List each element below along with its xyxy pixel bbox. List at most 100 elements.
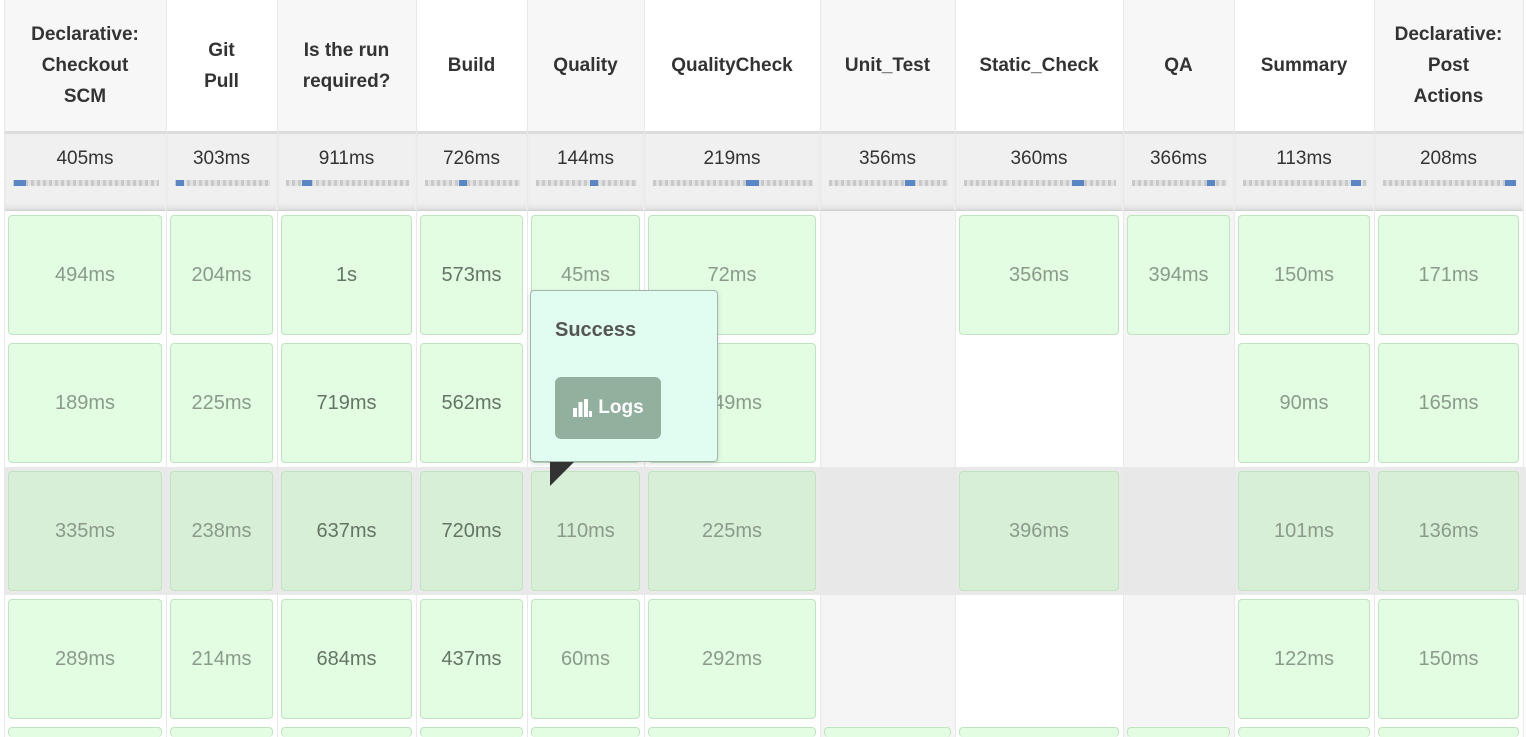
stage-header-line: Summary <box>1260 55 1348 76</box>
stage-result-cell[interactable]: 238ms <box>170 471 273 591</box>
column-divider <box>1123 0 1124 737</box>
stage-result-cell[interactable]: 356ms <box>959 215 1119 335</box>
stage-header-label: Build <box>448 50 496 81</box>
stage-result-cell[interactable] <box>8 727 162 737</box>
stage-result-cell[interactable]: 225ms <box>170 343 273 463</box>
stage-result-cell[interactable]: 110ms <box>531 471 640 591</box>
stage-duration-bar <box>829 180 948 186</box>
stage-result-cell[interactable] <box>959 727 1119 737</box>
stage-result-cell[interactable]: 165ms <box>1378 343 1519 463</box>
popover-pointer <box>550 462 574 486</box>
stage-result-cell[interactable] <box>281 727 412 737</box>
stage-result-cell[interactable]: 394ms <box>1127 215 1230 335</box>
stage-average-time: 911ms <box>318 148 375 169</box>
stage-average-time: 219ms <box>703 148 761 169</box>
stage-result-cell[interactable]: 214ms <box>170 599 273 719</box>
stage-result-cell[interactable]: 150ms <box>1378 599 1519 719</box>
stage-result-cell[interactable]: 292ms <box>648 599 816 719</box>
stage-header: Declarative: Checkout SCM <box>4 0 166 131</box>
stage-result-cell[interactable]: 720ms <box>420 471 523 591</box>
stage-duration-bar-fill <box>905 180 915 186</box>
stage-duration-bar <box>1383 180 1516 186</box>
stage-result-cell[interactable]: 562ms <box>420 343 523 463</box>
stage-duration-bar-fill <box>1072 180 1084 186</box>
stage-duration-bar <box>653 180 813 186</box>
stage-header: Git Pull <box>166 0 277 131</box>
stage-header-label: Summary <box>1261 50 1348 81</box>
stage-header-label: Is the run required? <box>303 35 391 97</box>
column-divider <box>1374 0 1375 737</box>
stage-header-label: Git Pull <box>204 35 239 97</box>
stage-duration-bar-fill <box>1207 180 1215 186</box>
stage-duration-bar <box>175 180 270 186</box>
stage-header-label: Static_Check <box>979 50 1098 81</box>
stage-result-cell[interactable]: 101ms <box>1238 471 1370 591</box>
stage-status-popover: Success Logs <box>530 290 718 462</box>
stage-average-time: 405ms <box>56 148 114 169</box>
column-divider <box>166 0 167 737</box>
stage-header-line: Unit_Test <box>844 55 931 76</box>
stage-header: Unit_Test <box>820 0 955 131</box>
stage-duration-bar <box>13 180 159 186</box>
stage-result-cell[interactable]: 494ms <box>8 215 162 335</box>
stage-result-cell[interactable] <box>170 727 273 737</box>
stage-result-cell[interactable] <box>531 727 640 737</box>
stage-result-cell[interactable]: 225ms <box>648 471 816 591</box>
stage-header-line: Quality <box>553 55 618 76</box>
column-divider <box>955 0 956 737</box>
stage-average-time: 208ms <box>1419 148 1478 169</box>
stage-header: Static_Check <box>955 0 1123 131</box>
stage-result-cell[interactable]: 719ms <box>281 343 412 463</box>
stage-duration-bar <box>286 180 409 186</box>
column-divider <box>416 0 417 737</box>
stage-result-cell[interactable]: 637ms <box>281 471 412 591</box>
stage-result-cell[interactable]: 1s <box>281 215 412 335</box>
stage-view-table: Declarative: Checkout SCM 405ms 494ms 189ms 33… <box>0 0 1526 737</box>
stage-result-cell[interactable]: 204ms <box>170 215 273 335</box>
stage-result-cell[interactable]: 289ms <box>8 599 162 719</box>
logs-button[interactable]: Logs <box>555 377 661 439</box>
stage-result-cell[interactable]: 684ms <box>281 599 412 719</box>
stage-header: Quality <box>527 0 644 131</box>
stage-result-cell[interactable]: 335ms <box>8 471 162 591</box>
stage-header-line: required? <box>302 70 391 92</box>
stage-duration-bar-fill <box>14 180 26 186</box>
stage-result-cell[interactable]: 90ms <box>1238 343 1370 463</box>
stage-result-cell[interactable]: 171ms <box>1378 215 1519 335</box>
stage-result-cell[interactable] <box>648 727 816 737</box>
stage-result-cell[interactable]: 150ms <box>1238 215 1370 335</box>
stage-average-time: 726ms <box>442 148 501 169</box>
stage-average-cell: 208ms <box>1375 134 1522 210</box>
stage-average-cell: 360ms <box>956 134 1122 210</box>
empty-stage-cell <box>820 595 955 723</box>
logs-button-label: Logs <box>598 397 644 418</box>
stage-header-label: Unit_Test <box>845 50 930 81</box>
stage-result-cell[interactable]: 189ms <box>8 343 162 463</box>
stage-result-cell[interactable]: 396ms <box>959 471 1119 591</box>
stage-result-cell[interactable]: 573ms <box>420 215 523 335</box>
empty-stage-cell <box>820 467 955 595</box>
empty-stage-cell <box>1123 339 1234 467</box>
stage-result-cell[interactable]: 60ms <box>531 599 640 719</box>
stage-average-time: 356ms <box>858 148 917 169</box>
stage-duration-bar <box>536 180 637 186</box>
stage-result-cell[interactable]: 136ms <box>1378 471 1519 591</box>
stage-result-cell[interactable] <box>1238 727 1370 737</box>
stage-result-cell[interactable] <box>420 727 523 737</box>
stage-result-cell[interactable]: 437ms <box>420 599 523 719</box>
stage-duration-bar <box>1243 180 1367 186</box>
bar-chart-icon <box>573 399 593 417</box>
stage-result-cell[interactable] <box>1127 727 1230 737</box>
stage-result-cell[interactable] <box>1378 727 1519 737</box>
stage-average-cell: 405ms <box>5 134 165 210</box>
stage-header: Declarative: Post Actions <box>1374 0 1523 131</box>
stage-duration-bar-fill <box>176 180 184 186</box>
stage-header: QualityCheck <box>644 0 820 131</box>
stage-result-cell[interactable]: 122ms <box>1238 599 1370 719</box>
popover-status-title: Success <box>555 319 637 341</box>
stage-header-line: Post <box>1427 55 1470 76</box>
stage-result-cell[interactable] <box>824 727 951 737</box>
stage-average-time: 366ms <box>1149 148 1208 169</box>
stage-duration-bar <box>425 180 520 186</box>
column-divider <box>4 0 5 737</box>
